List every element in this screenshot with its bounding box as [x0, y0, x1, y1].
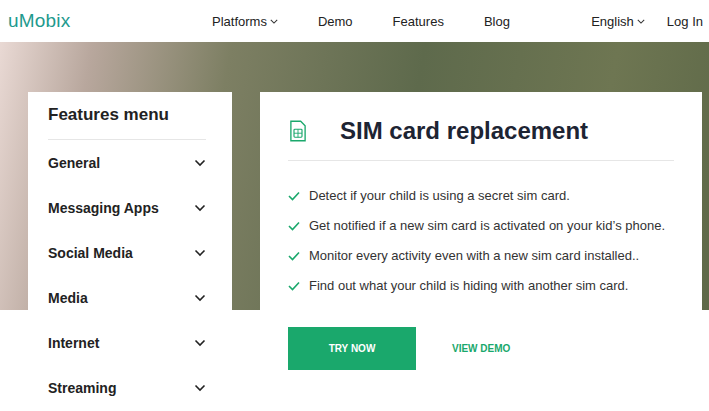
login-link[interactable]: Log In — [667, 14, 703, 29]
nav-link-label: Features — [393, 14, 444, 29]
nav-link-label: Blog — [484, 14, 510, 29]
top-nav: uMobixPlatforms Demo Features Blog English Lo… — [0, 0, 709, 42]
nav-link[interactable]: Platforms — [212, 14, 278, 29]
feature-buttons: TRY NOW VIEW DEMO — [288, 327, 674, 370]
nav-link[interactable]: Blog — [484, 14, 510, 29]
features-menu-title: Features menu — [48, 92, 206, 140]
feature-title: SIM card replacement — [340, 116, 588, 146]
check-icon — [288, 251, 300, 261]
feature-point: Detect if your child is using a secret s… — [288, 186, 674, 205]
chevron-down-icon — [270, 19, 278, 24]
features-menu-label: Internet — [48, 335, 99, 351]
chevron-down-icon — [194, 159, 206, 167]
feature-point-text: Find out what your child is hiding with … — [309, 276, 628, 295]
language-select[interactable]: English — [591, 14, 645, 29]
nav-link-label: Platforms — [212, 14, 267, 29]
check-icon — [288, 221, 300, 231]
nav-link[interactable]: Demo — [318, 14, 353, 29]
feature-header: SIM card replacement — [288, 116, 674, 161]
check-icon — [288, 191, 300, 201]
nav-links: Platforms Demo Features Blog — [212, 14, 510, 29]
features-menu: Features menu General Messaging Apps Social… — [28, 92, 232, 411]
feature-card: SIM card replacement Detect if your child… — [260, 92, 702, 411]
logo[interactable]: uMobix — [8, 10, 212, 32]
feature-point: Get notified if a new sim card is activa… — [288, 216, 674, 235]
features-menu-item[interactable]: General — [48, 140, 206, 185]
feature-point-text: Detect if your child is using a secret s… — [309, 186, 570, 205]
feature-point-text: Monitor every activity even with a new s… — [309, 246, 639, 265]
chevron-down-icon — [194, 249, 206, 257]
chevron-down-icon — [194, 384, 206, 392]
nav-link[interactable]: Features — [393, 14, 444, 29]
feature-point: Monitor every activity even with a new s… — [288, 246, 674, 265]
chevron-down-icon — [194, 204, 206, 212]
nav-link-label: Demo — [318, 14, 353, 29]
feature-points: Detect if your child is using a secret s… — [288, 186, 674, 295]
features-menu-item[interactable]: Social Media — [48, 230, 206, 275]
features-menu-label: General — [48, 155, 100, 171]
features-menu-item[interactable]: Media — [48, 275, 206, 320]
view-demo-button[interactable]: VIEW DEMO — [452, 343, 510, 354]
chevron-down-icon — [194, 294, 206, 302]
try-now-button[interactable]: TRY NOW — [288, 327, 416, 370]
features-menu-label: Messaging Apps — [48, 200, 159, 216]
features-menu-label: Streaming — [48, 380, 116, 396]
language-label: English — [591, 14, 634, 29]
chevron-down-icon — [637, 19, 645, 24]
hero: Features menu General Messaging Apps Social… — [0, 42, 709, 411]
chevron-down-icon — [194, 339, 206, 347]
nav-right: English Log In — [591, 14, 703, 29]
features-menu-item[interactable]: Internet — [48, 320, 206, 365]
features-menu-item[interactable]: Messaging Apps — [48, 185, 206, 230]
page: uMobixPlatforms Demo Features Blog English Lo… — [0, 0, 709, 411]
sim-card-icon — [290, 119, 306, 143]
feature-point: Find out what your child is hiding with … — [288, 276, 674, 295]
features-menu-label: Media — [48, 290, 88, 306]
feature-point-text: Get notified if a new sim card is activa… — [309, 216, 665, 235]
check-icon — [288, 281, 300, 291]
features-menu-label: Social Media — [48, 245, 133, 261]
features-menu-item[interactable]: Streaming — [48, 365, 206, 410]
